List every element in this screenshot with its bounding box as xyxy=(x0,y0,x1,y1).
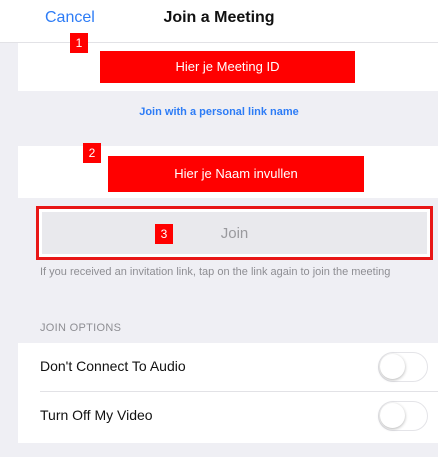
join-meeting-screen: Cancel Join a Meeting 1 Hier je Meeting … xyxy=(0,0,438,457)
option-dont-connect-audio: Don't Connect To Audio xyxy=(18,343,438,391)
join-options-header: JOIN OPTIONS xyxy=(40,322,122,334)
option-turn-off-video: Turn Off My Video xyxy=(18,392,438,440)
invitation-hint: If you received an invitation link, tap … xyxy=(40,266,391,278)
option-label: Turn Off My Video xyxy=(40,407,153,423)
personal-link-button[interactable]: Join with a personal link name xyxy=(0,106,438,118)
join-annotation-frame: Join 3 xyxy=(36,206,433,260)
video-toggle[interactable] xyxy=(378,401,428,431)
option-label: Don't Connect To Audio xyxy=(40,358,186,374)
join-options-list: Don't Connect To Audio Turn Off My Video xyxy=(18,343,438,443)
toggle-knob xyxy=(380,403,405,428)
join-button-label: Join xyxy=(220,225,249,242)
step-badge-1: 1 xyxy=(70,33,88,53)
toggle-knob xyxy=(380,354,405,379)
name-annotation: Hier je Naam invullen xyxy=(108,156,364,192)
step-badge-3: 3 xyxy=(155,224,173,244)
join-button[interactable]: Join xyxy=(42,212,427,254)
step-badge-2: 2 xyxy=(83,143,101,163)
audio-toggle[interactable] xyxy=(378,352,428,382)
meeting-id-annotation: Hier je Meeting ID xyxy=(100,51,355,83)
navigation-bar: Cancel Join a Meeting xyxy=(0,0,438,43)
page-title: Join a Meeting xyxy=(163,9,275,26)
